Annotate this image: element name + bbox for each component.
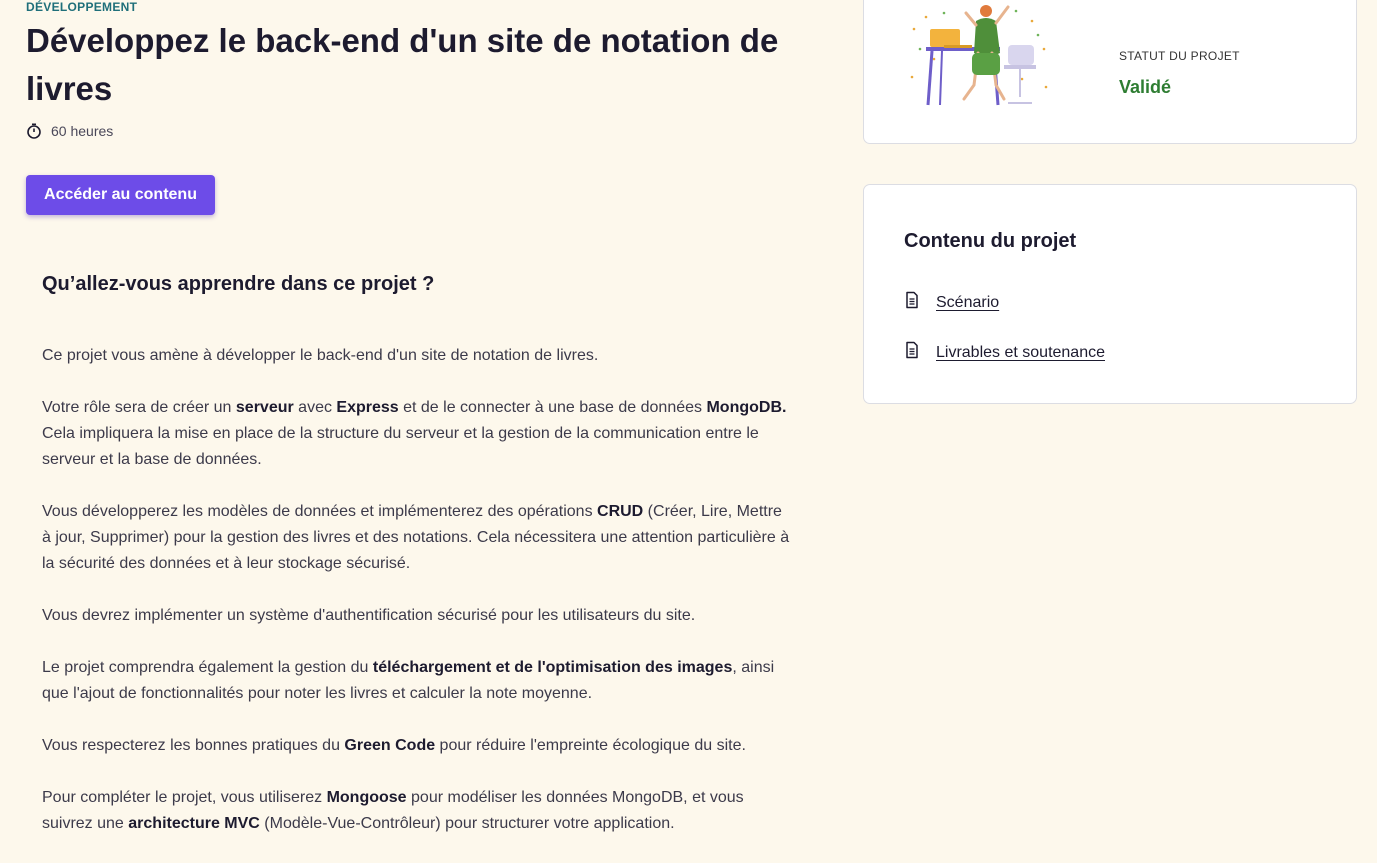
content-link-scenario[interactable]: Scénario [904, 291, 999, 314]
content-link-label[interactable]: Scénario [936, 294, 999, 312]
duration-info: 60 heures [26, 123, 113, 139]
project-description: Ce projet vous amène à développer le bac… [42, 343, 792, 863]
status-value: Validé [1119, 77, 1172, 97]
duration-text: 60 heures [51, 123, 114, 139]
paragraph: Le projet comprendra également la gestio… [42, 659, 775, 702]
paragraph: Ce projet vous amène à développer le bac… [42, 347, 599, 364]
learn-heading: Qu’allez-vous apprendre dans ce projet ? [42, 273, 435, 295]
celebration-illustration [904, 0, 1054, 114]
project-status-card: STATUT DU PROJET Validé [863, 0, 1357, 144]
page-title: Développez le back-end d'un site de nota… [26, 22, 779, 107]
access-content-button[interactable]: Accéder au contenu [26, 175, 215, 215]
document-icon [904, 291, 920, 314]
project-content-card: Contenu du projet Scénario Livrables et … [863, 184, 1357, 404]
paragraph: Votre rôle sera de créer un serveur avec… [42, 399, 787, 468]
paragraph: Vous devrez implémenter un système d'aut… [42, 607, 696, 624]
document-icon [904, 341, 920, 364]
paragraph: Vous respecterez les bonnes pratiques du… [42, 737, 746, 754]
content-link-label[interactable]: Livrables et soutenance [936, 344, 1105, 362]
content-card-title: Contenu du projet [904, 230, 1077, 252]
status-label: STATUT DU PROJET [1119, 49, 1240, 63]
paragraph: Pour compléter le projet, vous utilisere… [42, 789, 744, 832]
timer-icon [26, 123, 42, 139]
content-link-deliverables[interactable]: Livrables et soutenance [904, 341, 1105, 364]
paragraph: Vous développerez les modèles de données… [42, 503, 790, 572]
category-label: DÉVELOPPEMENT [26, 0, 138, 14]
